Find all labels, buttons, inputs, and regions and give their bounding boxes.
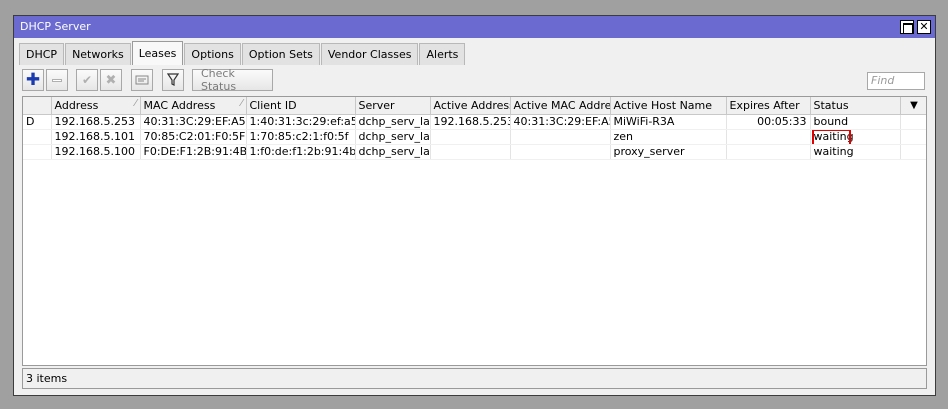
check-status-button[interactable]: Check Status <box>192 67 273 93</box>
status-text: waiting <box>813 130 854 143</box>
table-header-row: Address ⁄ MAC Address ⁄ Client ID Server A… <box>23 97 926 115</box>
cell-active-mac <box>510 144 611 160</box>
column-header-client-id[interactable]: Client ID <box>246 97 356 115</box>
cell-active-host-name: zen <box>610 129 727 145</box>
column-header-server[interactable]: Server <box>355 97 431 115</box>
cell-address: 192.168.5.101 <box>51 129 141 145</box>
enable-button[interactable]: ✔ <box>76 69 98 91</box>
cell-status: bound <box>810 114 901 130</box>
cell-active-mac: 40:31:3C:29:EF:A5 <box>510 114 611 130</box>
cell-spacer <box>900 129 926 145</box>
tab-alerts[interactable]: Alerts <box>419 43 466 65</box>
column-header-label: Address <box>54 98 99 112</box>
cell-active-address <box>430 144 511 160</box>
tab-networks[interactable]: Networks <box>65 43 131 65</box>
cell-status: waiting <box>810 144 901 160</box>
column-header-expires-after[interactable]: Expires After <box>726 97 811 115</box>
cell-expires-after <box>726 144 811 160</box>
cell-active-mac <box>510 129 611 145</box>
cell-server: dchp_serv_lan <box>355 129 431 145</box>
sort-icon: ⁄ <box>240 98 243 109</box>
column-menu-dropdown-icon[interactable]: ▼ <box>900 97 926 115</box>
cell-expires-after <box>726 129 811 145</box>
tab-dhcp[interactable]: DHCP <box>19 43 65 65</box>
cell-active-host-name: proxy_server <box>610 144 727 160</box>
tab-vendor-classes[interactable]: Vendor Classes <box>320 43 419 65</box>
table-row[interactable]: 192.168.5.100 F0:DE:F1:2B:91:4B 1:f0:de:… <box>23 144 926 160</box>
tab-options[interactable]: Options <box>184 43 241 65</box>
comment-button[interactable] <box>131 69 153 91</box>
tab-bar: DHCP Networks Leases Options Option Sets… <box>19 41 466 65</box>
column-header-active-mac[interactable]: Active MAC Addre... <box>510 97 611 115</box>
cell-client-id: 1:40:31:3c:29:ef:a5 <box>246 114 356 130</box>
cell-server: dchp_serv_lan <box>355 144 431 160</box>
cell-spacer <box>900 144 926 160</box>
tab-option-sets[interactable]: Option Sets <box>241 43 320 65</box>
cell-server: dchp_serv_lan <box>355 114 431 130</box>
close-icon[interactable]: ✕ <box>917 20 931 34</box>
filter-icon <box>167 73 179 86</box>
minus-icon <box>52 78 62 82</box>
cell-active-address <box>430 129 511 145</box>
tab-leases[interactable]: Leases <box>131 41 184 65</box>
plus-icon: ✚ <box>25 70 41 90</box>
cell-client-id: 1:70:85:c2:1:f0:5f <box>246 129 356 145</box>
maximize-icon[interactable] <box>900 20 914 34</box>
cell-mac-address: F0:DE:F1:2B:91:4B <box>140 144 247 160</box>
cell-mac-address: 40:31:3C:29:EF:A5 <box>140 114 247 130</box>
column-header-active-address[interactable]: Active Address <box>430 97 511 115</box>
table-row[interactable]: D 192.168.5.253 40:31:3C:29:EF:A5 1:40:3… <box>23 114 926 130</box>
comment-icon <box>135 75 149 85</box>
window-titlebar[interactable]: DHCP Server ✕ <box>14 16 935 38</box>
remove-button[interactable] <box>46 69 68 91</box>
cell-flags <box>23 129 52 145</box>
cell-status: waiting <box>810 129 901 145</box>
cell-active-address: 192.168.5.253 <box>430 114 511 130</box>
check-status-label: Check Status <box>201 67 237 93</box>
window-title: DHCP Server <box>20 20 91 33</box>
column-header-label: MAC Address <box>143 98 216 112</box>
cell-client-id: 1:f0:de:f1:2b:91:4b <box>246 144 356 160</box>
check-icon: ✔ <box>81 73 93 87</box>
cell-active-host-name: MiWiFi-R3A <box>610 114 727 130</box>
disable-button[interactable]: ✖ <box>100 69 122 91</box>
filter-button[interactable] <box>162 69 184 91</box>
add-button[interactable]: ✚ <box>22 69 44 91</box>
cell-expires-after: 00:05:33 <box>726 114 811 130</box>
items-count: 3 items <box>26 372 68 385</box>
toolbar: ✚ ✔ ✖ Check Status Find <box>22 67 927 93</box>
column-header-address[interactable]: Address ⁄ <box>51 97 141 115</box>
cell-spacer <box>900 114 926 130</box>
window-controls: ✕ <box>900 20 931 34</box>
column-header-flags[interactable] <box>23 97 52 115</box>
cell-address: 192.168.5.100 <box>51 144 141 160</box>
cell-flags <box>23 144 52 160</box>
column-header-mac-address[interactable]: MAC Address ⁄ <box>140 97 247 115</box>
status-bar: 3 items <box>22 368 927 389</box>
find-input[interactable]: Find <box>867 72 925 90</box>
cell-flags: D <box>23 114 52 130</box>
leases-table: Address ⁄ MAC Address ⁄ Client ID Server A… <box>22 96 927 366</box>
table-row[interactable]: 192.168.5.101 70:85:C2:01:F0:5F 1:70:85:… <box>23 129 926 145</box>
x-icon: ✖ <box>105 72 117 88</box>
cell-address: 192.168.5.253 <box>51 114 141 130</box>
cell-mac-address: 70:85:C2:01:F0:5F <box>140 129 247 145</box>
dhcp-server-window: DHCP Server ✕ DHCP Networks Leases Optio… <box>13 15 936 396</box>
column-header-active-host-name[interactable]: Active Host Name <box>610 97 727 115</box>
column-header-status[interactable]: Status <box>810 97 901 115</box>
sort-icon: ⁄ <box>134 98 137 109</box>
